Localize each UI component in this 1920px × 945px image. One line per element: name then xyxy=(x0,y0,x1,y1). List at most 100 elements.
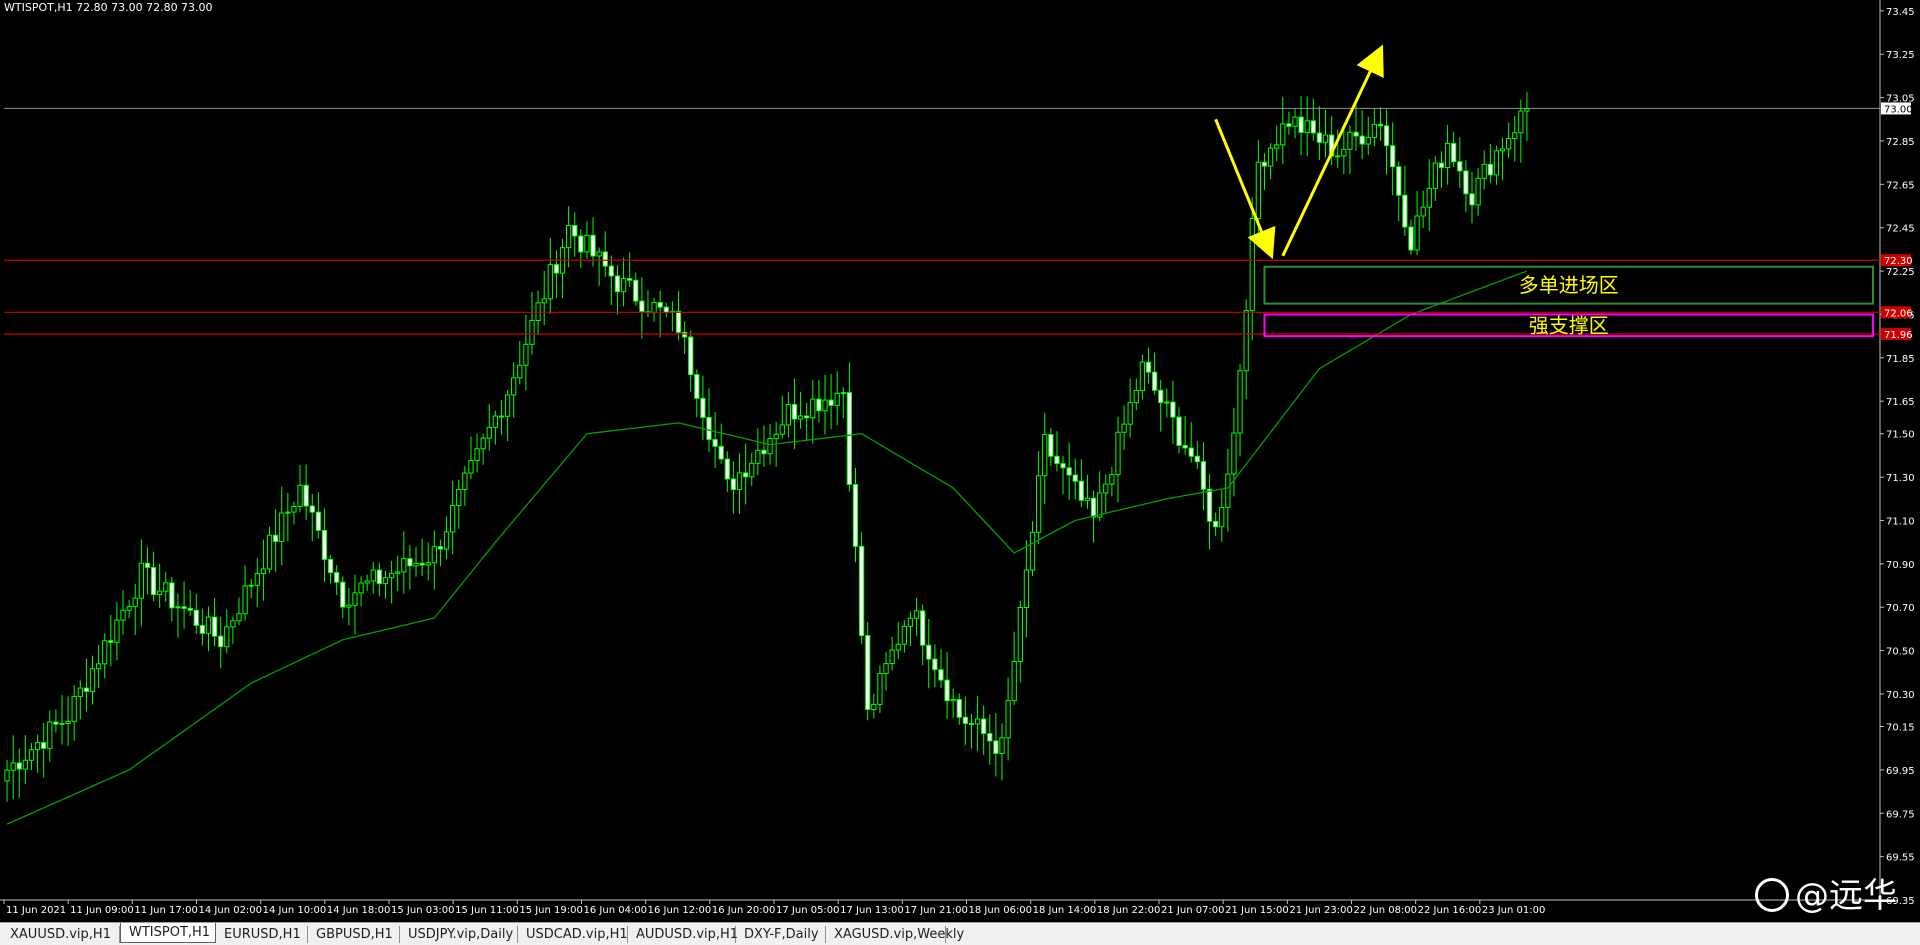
tab-usdjpy-vip-daily[interactable]: USDJPY.vip,Daily xyxy=(400,926,518,943)
candle-body xyxy=(956,698,962,718)
candle-body xyxy=(1316,132,1323,143)
candle-body xyxy=(517,364,523,379)
candle-body xyxy=(596,251,602,257)
level-price-tag: 71.96 xyxy=(1884,330,1913,341)
x-tick-label: 22 Jun 08:00 xyxy=(1354,905,1418,916)
candle-body xyxy=(987,733,993,742)
candle-body xyxy=(248,584,254,587)
tab-gbpusd-h1[interactable]: GBPUSD,H1 xyxy=(308,926,400,943)
candle-body xyxy=(10,762,16,771)
candle-body xyxy=(999,737,1005,754)
candle-body xyxy=(651,302,657,314)
candle-body xyxy=(962,716,969,725)
candle-body xyxy=(974,718,981,725)
candle-body xyxy=(1011,660,1017,702)
candle-body xyxy=(395,571,401,574)
candle-body xyxy=(1097,492,1103,518)
tab-xauusd-vip-h1[interactable]: XAUUSD.vip,H1 xyxy=(2,926,120,943)
candle-body xyxy=(1042,434,1048,477)
x-tick-label: 22 Jun 16:00 xyxy=(1418,905,1482,916)
candle-body xyxy=(1121,423,1127,433)
candle-body xyxy=(211,616,218,637)
current-price-tag: 73.00 xyxy=(1884,104,1913,115)
candle-body xyxy=(1139,361,1146,391)
candle-body xyxy=(541,298,547,304)
y-tick-label: 72.85 xyxy=(1886,137,1915,148)
y-tick-label: 72.25 xyxy=(1886,267,1915,278)
candle-body xyxy=(1402,194,1408,228)
candle-body xyxy=(553,264,560,274)
candle-body xyxy=(1090,497,1097,518)
candle-body xyxy=(236,613,242,622)
candle-body xyxy=(456,488,462,506)
x-tick-label: 15 Jun 11:00 xyxy=(455,905,519,916)
candle-body xyxy=(1310,120,1316,134)
y-tick-label: 71.30 xyxy=(1886,473,1915,484)
tab-usdcad-vip-h1[interactable]: USDCAD.vip,H1 xyxy=(518,926,628,943)
candle-body xyxy=(1298,116,1304,133)
candle-body xyxy=(694,374,700,399)
tab-audusd-vip-h1[interactable]: AUDUSD.vip,H1 xyxy=(628,926,738,943)
candle-body xyxy=(1274,144,1280,149)
candle-body xyxy=(120,609,126,621)
candle-body xyxy=(1414,215,1420,251)
candle-body xyxy=(327,558,334,574)
tab-dxy-f-daily[interactable]: DXY-F,Daily xyxy=(736,926,826,943)
candle-body xyxy=(1133,389,1139,404)
candle-body xyxy=(364,580,370,584)
candle-body xyxy=(913,610,920,619)
candle-body xyxy=(828,399,834,406)
candle-body xyxy=(1481,163,1487,179)
candle-body xyxy=(846,392,853,485)
price-chart[interactable]: 多单进场区强支撑区73.4573.2573.0572.8572.6572.457… xyxy=(0,0,1920,922)
candle-body xyxy=(480,437,486,450)
candle-body xyxy=(840,392,846,395)
x-tick-label: 21 Jun 15:00 xyxy=(1225,905,1289,916)
candle-body xyxy=(633,279,639,302)
candle-body xyxy=(1457,161,1463,172)
tab-eurusd-h1[interactable]: EURUSD,H1 xyxy=(216,926,308,943)
candle-body xyxy=(535,302,541,321)
candle-body xyxy=(4,769,10,782)
candle-body xyxy=(1029,531,1036,571)
candle-body xyxy=(53,721,59,725)
candle-body xyxy=(938,669,944,681)
x-tick-label: 15 Jun 03:00 xyxy=(391,905,455,916)
candle-body xyxy=(315,511,321,531)
chart-window[interactable]: 多单进场区 强支撑区 73.45 73.25 73.05 72.85 72.65 72.45 7… xyxy=(0,0,1920,922)
candle-body xyxy=(1365,136,1371,145)
candle-body xyxy=(1524,108,1530,112)
candle-body xyxy=(1304,120,1310,133)
tab-xagusd-vip-weekly[interactable]: XAGUSD.vip,Weekly xyxy=(826,926,964,943)
candle-body xyxy=(718,445,724,460)
candle-body xyxy=(523,343,529,366)
candle-body xyxy=(877,672,883,705)
candle-body xyxy=(47,721,53,749)
candle-body xyxy=(291,505,297,513)
x-tick-label: 15 Jun 19:00 xyxy=(519,905,583,916)
candle-body xyxy=(1188,447,1194,457)
candle-body xyxy=(41,742,47,749)
candle-body xyxy=(950,698,956,702)
candle-body xyxy=(77,687,83,698)
candle-body xyxy=(1213,520,1219,528)
level-price-tag: 72.30 xyxy=(1884,256,1913,267)
y-tick-label: 72.65 xyxy=(1886,180,1915,191)
support-zone-label: 强支撑区 xyxy=(1529,313,1609,337)
candle-body xyxy=(1005,700,1011,739)
candle-body xyxy=(1469,193,1475,206)
candle-body xyxy=(736,472,743,491)
candle-body xyxy=(279,512,285,542)
candle-body xyxy=(260,568,267,575)
candle-body xyxy=(1035,475,1042,533)
candle-body xyxy=(144,562,151,568)
candle-body xyxy=(657,302,663,308)
tab-wtispot-h1[interactable]: WTISPOT,H1 xyxy=(120,923,216,943)
candle-body xyxy=(114,619,120,643)
candle-body xyxy=(1408,226,1414,251)
candle-body xyxy=(34,742,41,751)
candle-body xyxy=(169,582,175,609)
candle-body xyxy=(1151,371,1158,391)
candle-body xyxy=(742,472,749,478)
candle-body xyxy=(1322,134,1329,143)
